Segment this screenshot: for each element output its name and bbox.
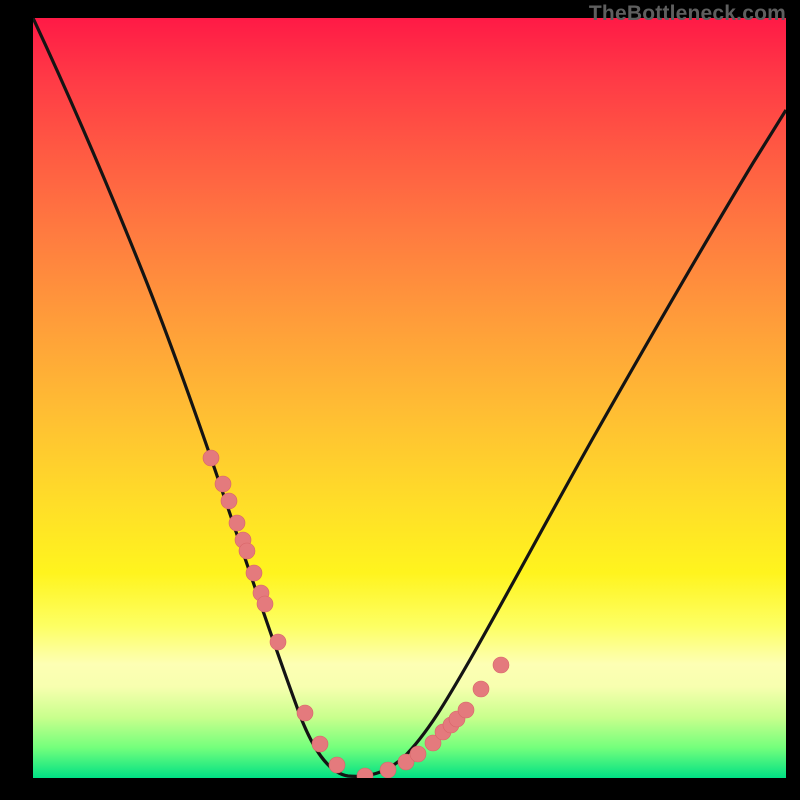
curve-markers bbox=[203, 450, 509, 778]
watermark-text: TheBottleneck.com bbox=[589, 2, 786, 26]
chart-frame: TheBottleneck.com bbox=[0, 0, 800, 800]
chart-plot-area bbox=[33, 18, 786, 778]
chart-svg bbox=[33, 18, 786, 778]
bottleneck-curve bbox=[33, 18, 786, 776]
